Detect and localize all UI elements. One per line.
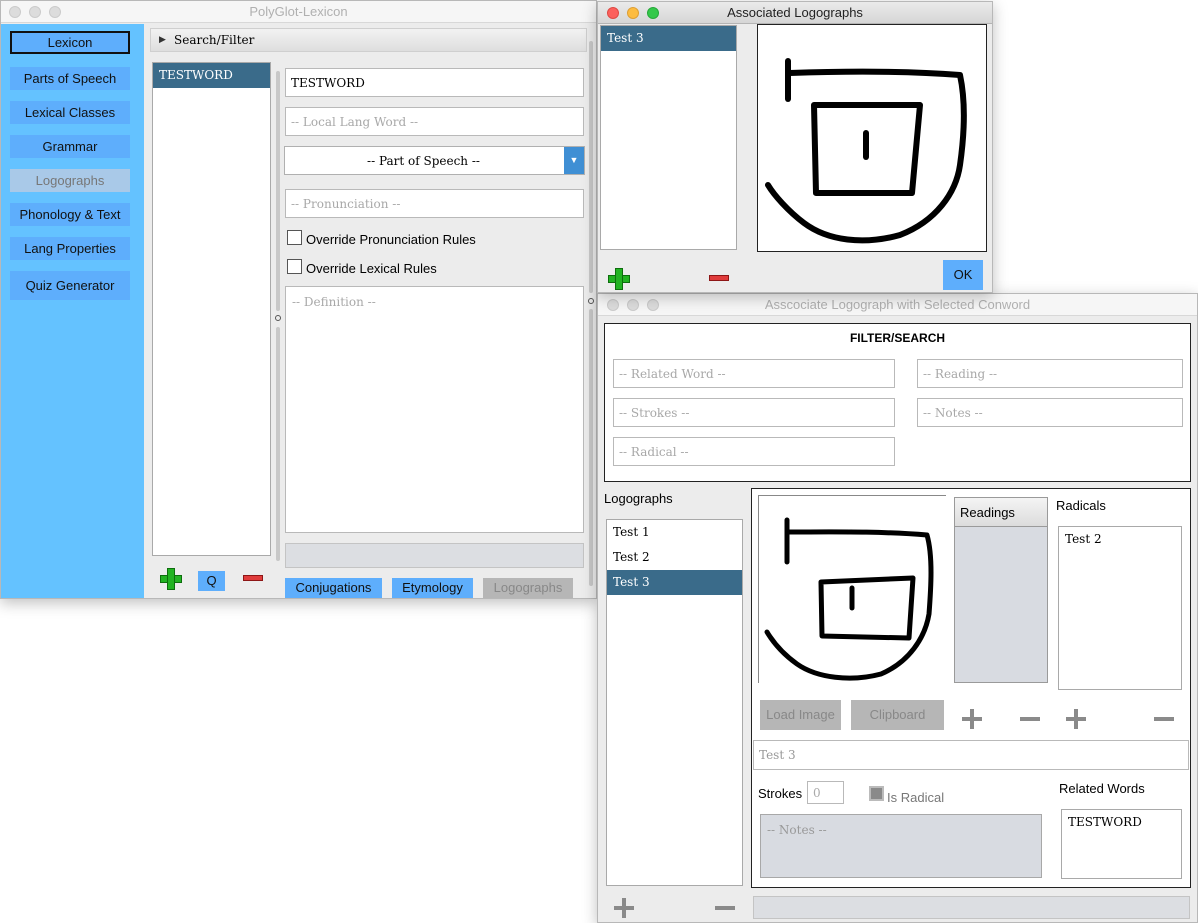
remove-word-icon[interactable]: [243, 575, 263, 581]
nav-parts-of-speech[interactable]: Parts of Speech: [10, 67, 130, 90]
remove-reading-icon[interactable]: [1020, 717, 1040, 721]
associated-titlebar: Associated Logographs: [598, 2, 992, 24]
conword-field[interactable]: TESTWORD: [285, 68, 584, 97]
strokes-label: Strokes: [758, 786, 803, 801]
search-filter-bar[interactable]: ▶ Search/Filter: [150, 28, 587, 52]
related-word-filter[interactable]: -- Related Word --: [613, 359, 895, 388]
logograph-drawing: [765, 58, 967, 244]
override-pronunciation-label: Override Pronunciation Rules: [306, 232, 476, 247]
sidebar: Lexicon Parts of Speech Lexical Classes …: [1, 24, 144, 598]
strokes-filter[interactable]: -- Strokes --: [613, 398, 895, 427]
reading-filter[interactable]: -- Reading --: [917, 359, 1183, 388]
list-item[interactable]: TESTWORD: [1062, 810, 1181, 835]
definition-area[interactable]: -- Definition --: [285, 286, 584, 533]
notes-placeholder: -- Notes --: [767, 823, 827, 837]
nav-quiz-generator[interactable]: Quiz Generator: [10, 271, 130, 300]
status-field: [753, 896, 1190, 919]
list-item[interactable]: Test 3: [607, 570, 742, 595]
dropdown-arrow-icon[interactable]: ▼: [564, 147, 584, 174]
main-titlebar: PolyGlot-Lexicon: [1, 1, 596, 23]
close-button[interactable]: [607, 7, 619, 19]
associate-titlebar: Asscociate Logograph with Selected Conwo…: [598, 294, 1197, 316]
local-word-field[interactable]: -- Local Lang Word --: [285, 107, 584, 136]
remove-associated-icon[interactable]: [709, 275, 729, 281]
add-associated-icon[interactable]: [608, 268, 630, 290]
add-word-icon[interactable]: [160, 568, 182, 590]
list-item[interactable]: Test 3: [601, 26, 736, 51]
logograph-image: [758, 495, 946, 683]
readings-table[interactable]: Readings: [954, 497, 1048, 683]
close-button[interactable]: [607, 299, 619, 311]
close-button[interactable]: [9, 6, 21, 18]
list-item[interactable]: TESTWORD: [153, 63, 270, 88]
radicals-label: Radicals: [1056, 498, 1106, 513]
associated-logograph-image: [757, 24, 987, 252]
override-lexical-checkbox[interactable]: [287, 259, 302, 274]
list-item[interactable]: Test 2: [1059, 527, 1181, 552]
add-reading-icon[interactable]: [962, 709, 982, 729]
nav-lexical-classes[interactable]: Lexical Classes: [10, 101, 130, 124]
logograph-detail-panel: Readings Radicals Test 2 Load Image Clip…: [751, 488, 1191, 888]
logographs-button[interactable]: Logographs: [483, 578, 573, 598]
list-item[interactable]: Test 1: [607, 520, 742, 545]
quick-search-button[interactable]: Q: [198, 571, 225, 591]
override-lexical-label: Override Lexical Rules: [306, 261, 437, 276]
notes-filter[interactable]: -- Notes --: [917, 398, 1183, 427]
conjugations-button[interactable]: Conjugations: [285, 578, 382, 598]
right-edge-scroll[interactable]: [588, 41, 594, 586]
related-words-list[interactable]: TESTWORD: [1061, 809, 1182, 879]
minimize-button[interactable]: [627, 299, 639, 311]
add-radical-icon[interactable]: [1066, 709, 1086, 729]
filter-title: FILTER/SEARCH: [849, 331, 946, 345]
remove-radical-icon[interactable]: [1154, 717, 1174, 721]
radicals-list[interactable]: Test 2: [1058, 526, 1182, 690]
expand-triangle-icon: ▶: [159, 34, 166, 44]
splitter-handle[interactable]: [275, 71, 281, 561]
minimize-button[interactable]: [29, 6, 41, 18]
nav-grammar[interactable]: Grammar: [10, 135, 130, 158]
logograph-drawing: [764, 517, 934, 681]
notes-area[interactable]: -- Notes --: [760, 814, 1042, 878]
load-image-button[interactable]: Load Image: [760, 700, 841, 730]
nav-lexicon[interactable]: Lexicon: [10, 31, 130, 54]
override-pronunciation-checkbox[interactable]: [287, 230, 302, 245]
part-of-speech-select[interactable]: -- Part of Speech -- ▼: [284, 146, 585, 175]
word-list[interactable]: TESTWORD: [152, 62, 271, 556]
remove-logograph-icon[interactable]: [715, 906, 735, 910]
nav-lang-properties[interactable]: Lang Properties: [10, 237, 130, 260]
is-radical-label: Is Radical: [887, 790, 945, 805]
readings-header: Readings: [955, 498, 1047, 527]
main-window-title: PolyGlot-Lexicon: [249, 4, 348, 19]
radical-filter[interactable]: -- Radical --: [613, 437, 895, 466]
zoom-button[interactable]: [647, 299, 659, 311]
add-logograph-icon[interactable]: [614, 898, 634, 918]
logographs-label: Logographs: [604, 491, 673, 506]
filter-panel: FILTER/SEARCH -- Related Word -- -- Read…: [604, 323, 1191, 482]
search-filter-label: Search/Filter: [174, 33, 255, 47]
main-window: PolyGlot-Lexicon Lexicon Parts of Speech…: [0, 0, 597, 599]
strokes-field[interactable]: 0: [807, 781, 844, 804]
ok-button[interactable]: OK: [943, 260, 983, 290]
status-field: [285, 543, 584, 568]
associated-list[interactable]: Test 3: [600, 25, 737, 250]
nav-logographs[interactable]: Logographs: [10, 169, 130, 192]
logograph-list[interactable]: Test 1 Test 2 Test 3: [606, 519, 743, 886]
is-radical-checkbox[interactable]: [869, 786, 884, 801]
etymology-button[interactable]: Etymology: [392, 578, 473, 598]
part-of-speech-value: -- Part of Speech --: [367, 154, 480, 168]
associate-window-title: Asscociate Logograph with Selected Conwo…: [764, 297, 1031, 312]
zoom-button[interactable]: [647, 7, 659, 19]
related-words-label: Related Words: [1059, 781, 1145, 796]
pronunciation-field[interactable]: -- Pronunciation --: [285, 189, 584, 218]
logograph-name-field[interactable]: Test 3: [753, 740, 1189, 770]
associated-logographs-window: Associated Logographs Test 3 OK: [597, 1, 993, 293]
associate-logograph-window: Asscociate Logograph with Selected Conwo…: [597, 293, 1198, 923]
nav-phonology-text[interactable]: Phonology & Text: [10, 203, 130, 226]
clipboard-button[interactable]: Clipboard: [851, 700, 944, 730]
associated-window-title: Associated Logographs: [727, 5, 863, 20]
zoom-button[interactable]: [49, 6, 61, 18]
minimize-button[interactable]: [627, 7, 639, 19]
definition-placeholder: -- Definition --: [292, 295, 376, 309]
list-item[interactable]: Test 2: [607, 545, 742, 570]
